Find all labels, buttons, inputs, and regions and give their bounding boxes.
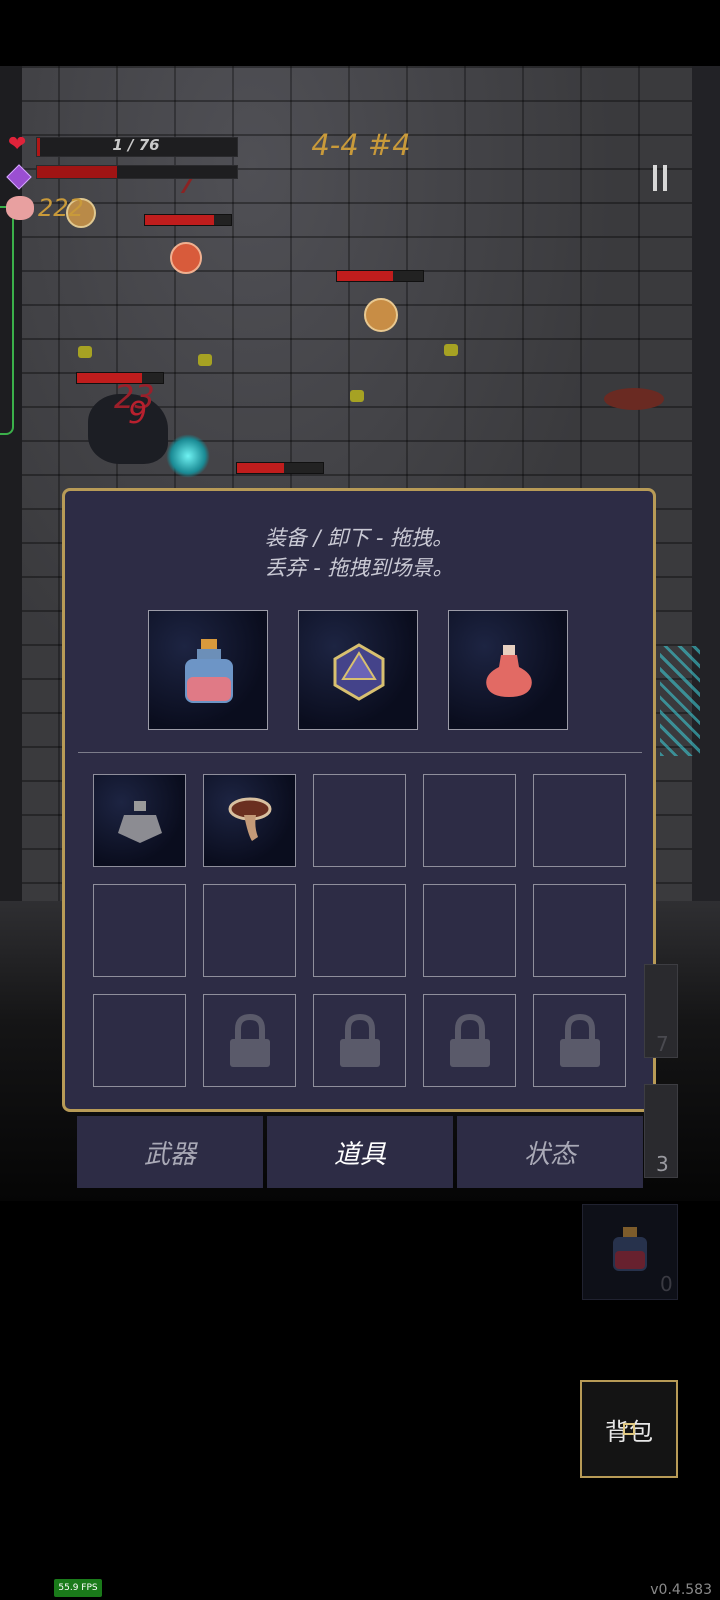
d20-dice-icon [333, 643, 385, 701]
enemy-health-bar [144, 214, 232, 226]
panel-divider [78, 752, 642, 753]
enemy-creature[interactable] [364, 298, 398, 332]
right-wall [692, 66, 720, 901]
inventory-slot[interactable] [93, 774, 186, 867]
inventory-slot[interactable] [533, 774, 626, 867]
inventory-slot[interactable] [203, 884, 296, 977]
tab-status[interactable]: 状态 [457, 1116, 643, 1188]
damage-number: 9 [128, 396, 148, 431]
inventory-slot[interactable] [93, 994, 186, 1087]
locked-slot [203, 994, 296, 1087]
quick-slot-count: 7 [656, 1032, 669, 1056]
grenade-icon [118, 801, 162, 843]
hint-equip: 装备 / 卸下 - 拖拽。 [264, 526, 454, 550]
ability-frame [0, 206, 14, 435]
tab-items[interactable]: 道具 [267, 1116, 453, 1188]
coin-count: 222 [38, 194, 84, 222]
gold-coin [444, 344, 458, 356]
fps-counter: 55.9 FPS [54, 1579, 102, 1597]
equip-slot-1[interactable] [148, 610, 268, 730]
equip-slot-3[interactable] [448, 610, 568, 730]
health-text: 1 / 76 [112, 136, 160, 154]
red-flask-icon [486, 645, 532, 697]
enemy-health-bar [236, 462, 324, 474]
inventory-slot[interactable] [423, 774, 516, 867]
lock-icon [230, 1013, 270, 1067]
lock-icon [450, 1013, 490, 1067]
blue-potion-icon [185, 639, 233, 703]
scroll-icon [228, 797, 272, 841]
pig-coin-icon [6, 196, 34, 220]
cyan-particles [660, 646, 700, 756]
left-wall [0, 66, 22, 901]
mana-bar [36, 165, 238, 179]
pause-button[interactable] [630, 154, 690, 202]
gold-coin [78, 346, 92, 358]
player-character[interactable] [166, 434, 210, 478]
potion-count: 0 [660, 1272, 673, 1296]
locked-slot [423, 994, 516, 1087]
bag-button[interactable]: 背包 [580, 1380, 678, 1478]
inventory-slot[interactable] [423, 884, 516, 977]
gold-coin [198, 354, 212, 366]
inventory-slot[interactable] [93, 884, 186, 977]
heart-icon: ❤ [8, 132, 27, 157]
hint-discard: 丢弃 - 拖拽到场景。 [264, 556, 454, 580]
fish-creature[interactable] [604, 388, 664, 410]
locked-slot [533, 994, 626, 1087]
gold-coin [350, 390, 364, 402]
quick-slot-count: 3 [656, 1152, 669, 1176]
level-indicator: 4-4 #4 [311, 128, 411, 162]
locked-slot [313, 994, 406, 1087]
equip-slot-2[interactable] [298, 610, 418, 730]
lock-icon [340, 1013, 380, 1067]
inventory-slot[interactable] [533, 884, 626, 977]
enemy-health-bar [336, 270, 424, 282]
pause-icon [653, 165, 667, 191]
inventory-slot[interactable] [313, 774, 406, 867]
inventory-slot[interactable] [313, 884, 406, 977]
inventory-slot[interactable] [203, 774, 296, 867]
enemy-creature[interactable] [170, 242, 202, 274]
tab-weapons[interactable]: 武器 [77, 1116, 263, 1188]
version-label: v0.4.583 [650, 1582, 712, 1598]
lock-icon [560, 1013, 600, 1067]
